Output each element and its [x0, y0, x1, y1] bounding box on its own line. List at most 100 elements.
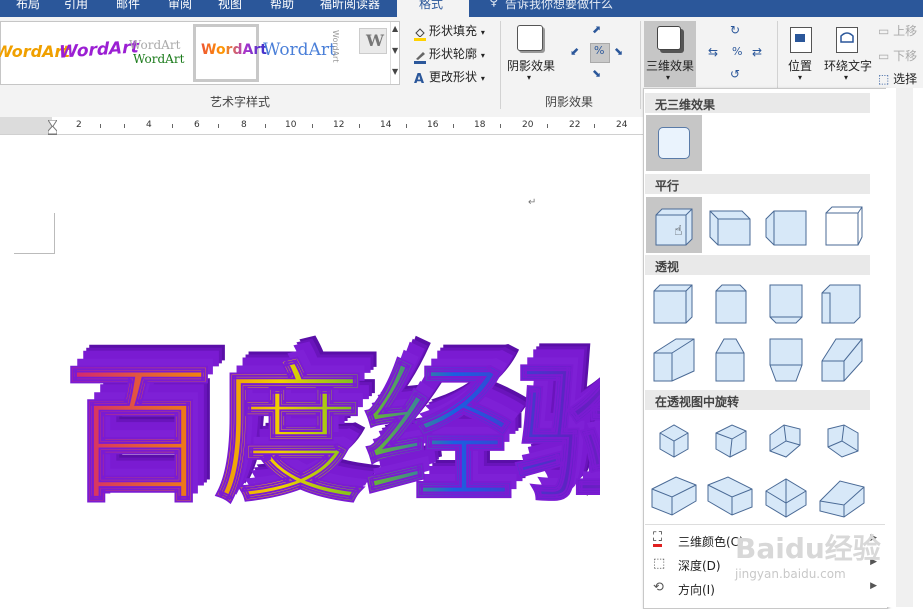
- rotation-option-6[interactable]: [702, 467, 758, 523]
- shape-outline-button[interactable]: 形状轮廓 ▾: [414, 45, 485, 64]
- tab-view[interactable]: 视图: [218, 0, 242, 12]
- no-3d-icon: [658, 127, 690, 159]
- perspective-option-1[interactable]: [646, 277, 702, 333]
- shape-fill-button[interactable]: 形状填充 ▾: [414, 22, 485, 41]
- wordart-style-4-selected[interactable]: WordArt: [193, 24, 267, 82]
- tilt-right-icon[interactable]: ⇄: [752, 45, 762, 59]
- cube-icon: [769, 424, 801, 458]
- shape-outline-label: 形状轮廓: [429, 47, 478, 61]
- cube-icon: [827, 424, 859, 458]
- gallery-up-icon[interactable]: ▲: [392, 24, 398, 33]
- wordart-style-2[interactable]: WordArt: [59, 37, 139, 63]
- scrollbar-track[interactable]: [896, 88, 913, 607]
- wrap-text-button[interactable]: 环绕文字 ▾: [822, 21, 874, 87]
- ruler-number: 14: [380, 120, 392, 130]
- tell-me-input[interactable]: 告诉我你想要做什么: [505, 0, 613, 12]
- lightbulb-icon: ♀: [489, 0, 499, 9]
- position-button[interactable]: 位置 ▾: [784, 21, 820, 87]
- nudge-left-icon[interactable]: ⬋: [570, 45, 579, 58]
- margin-corner-mark: [14, 213, 55, 254]
- wordart-style-gallery: WordArt WordArt WordArt WordArt WordArt …: [0, 21, 400, 85]
- menu-direction-label: 方向(I): [678, 583, 715, 597]
- tab-foxit-reader[interactable]: 福昕阅读器: [320, 0, 380, 12]
- gallery-more-icon[interactable]: ▼: [392, 67, 398, 76]
- no-3d-option[interactable]: [646, 115, 702, 171]
- nudge-down-icon[interactable]: ⬊: [592, 67, 601, 80]
- perspective-option-8[interactable]: [814, 331, 870, 387]
- perspective-option-7[interactable]: [758, 331, 814, 387]
- cube-icon: [651, 476, 697, 516]
- nudge-up-icon[interactable]: ⬈: [592, 23, 601, 36]
- perspective-option-5[interactable]: [646, 331, 702, 387]
- tab-help[interactable]: 帮助: [270, 0, 294, 12]
- rotation-option-3[interactable]: [758, 413, 814, 469]
- ruler-tick: [100, 124, 101, 128]
- tab-format[interactable]: 格式: [397, 0, 469, 17]
- tab-review[interactable]: 审阅: [168, 0, 192, 12]
- ruler-tick: [172, 124, 173, 128]
- wordart-style-3[interactable]: WordArt: [133, 52, 184, 66]
- send-backward-label: 下移: [893, 49, 918, 63]
- ruler-number: 10: [285, 120, 297, 130]
- send-backward-button[interactable]: ▭ 下移: [878, 47, 917, 64]
- tab-mailings[interactable]: 邮件: [116, 0, 140, 12]
- parallel-option-3[interactable]: [758, 197, 814, 253]
- tilt-left-icon[interactable]: ⇆: [708, 45, 718, 59]
- nudge-right-icon[interactable]: ⬊: [614, 45, 623, 58]
- perspective-option-3[interactable]: [758, 277, 814, 333]
- ruler-tick: [124, 124, 125, 128]
- perspective-option-4[interactable]: [814, 277, 870, 333]
- bring-forward-button[interactable]: ▭ 上移: [878, 22, 917, 39]
- first-line-indent-marker[interactable]: [47, 117, 58, 128]
- ruler-tick: [453, 124, 454, 128]
- perspective-option-2[interactable]: [702, 277, 758, 333]
- cube-icon: [765, 210, 807, 246]
- perspective-option-6[interactable]: [702, 331, 758, 387]
- rotation-option-5[interactable]: [646, 467, 702, 523]
- rotation-option-8[interactable]: [814, 467, 870, 523]
- shadow-nudge-grid: ⬈ ⬋ % ⬊ ⬊: [568, 23, 634, 89]
- threed-toggle-icon[interactable]: %: [732, 45, 742, 58]
- parallel-option-4[interactable]: [814, 197, 870, 253]
- change-shape-label: 更改形状: [429, 70, 478, 84]
- gallery-scroll[interactable]: ▲ ▼ ▼: [390, 22, 400, 84]
- tilt-up-icon[interactable]: ↻: [730, 23, 740, 37]
- ruler-number: 22: [569, 120, 581, 130]
- cube-icon: [653, 338, 695, 382]
- wordart-style-5[interactable]: WordArt: [263, 40, 336, 60]
- ruler-margin: [0, 117, 52, 134]
- vertical-scrollbar[interactable]: [886, 88, 923, 607]
- group-label-wordart-styles: 艺术字样式: [210, 95, 271, 109]
- mouse-cursor-icon: ☝: [674, 223, 683, 239]
- cube-icon: [709, 210, 751, 246]
- rotation-option-2[interactable]: [702, 413, 758, 469]
- cube-icon: [715, 338, 745, 382]
- shadow-effects-button[interactable]: 阴影效果 ▾: [505, 21, 557, 87]
- tab-references[interactable]: 引用: [64, 0, 88, 12]
- shadow-toggle-button[interactable]: %: [590, 43, 610, 63]
- wordart-style-3-shadow[interactable]: WordArt: [129, 38, 180, 52]
- chevron-down-icon: ▾: [844, 73, 849, 82]
- ruler-tick: [359, 124, 360, 128]
- section-header-none-label: 无三维效果: [655, 98, 716, 112]
- wordart-style-7[interactable]: W: [359, 28, 387, 54]
- tab-layout[interactable]: 布局: [16, 0, 40, 12]
- group-separator: [500, 21, 501, 109]
- gallery-down-icon[interactable]: ▼: [392, 46, 398, 55]
- send-backward-icon: ▭: [878, 49, 890, 63]
- wordart-style-6-vertical[interactable]: WordArt: [331, 30, 340, 62]
- tilt-down-icon[interactable]: ↺: [730, 67, 740, 81]
- ruler-tick: [406, 124, 407, 128]
- rotation-option-1[interactable]: [646, 413, 702, 469]
- bring-forward-icon: ▭: [878, 24, 890, 38]
- change-shape-button[interactable]: A 更改形状 ▾: [414, 68, 485, 86]
- ruler-tick: [312, 124, 313, 128]
- wordart-3d-text[interactable]: 百度经验 百度经验 百度经验 百度经验 百度经验: [50, 243, 600, 508]
- selection-pane-button[interactable]: ⬚ 选择: [878, 70, 917, 87]
- rotation-option-7[interactable]: [758, 467, 814, 523]
- parallel-option-2[interactable]: [702, 197, 758, 253]
- ruler-number: 16: [427, 120, 439, 130]
- shadow-icon: [517, 25, 543, 51]
- threed-effects-button[interactable]: 三维效果 ▾: [644, 21, 696, 87]
- rotation-option-4[interactable]: [814, 413, 870, 469]
